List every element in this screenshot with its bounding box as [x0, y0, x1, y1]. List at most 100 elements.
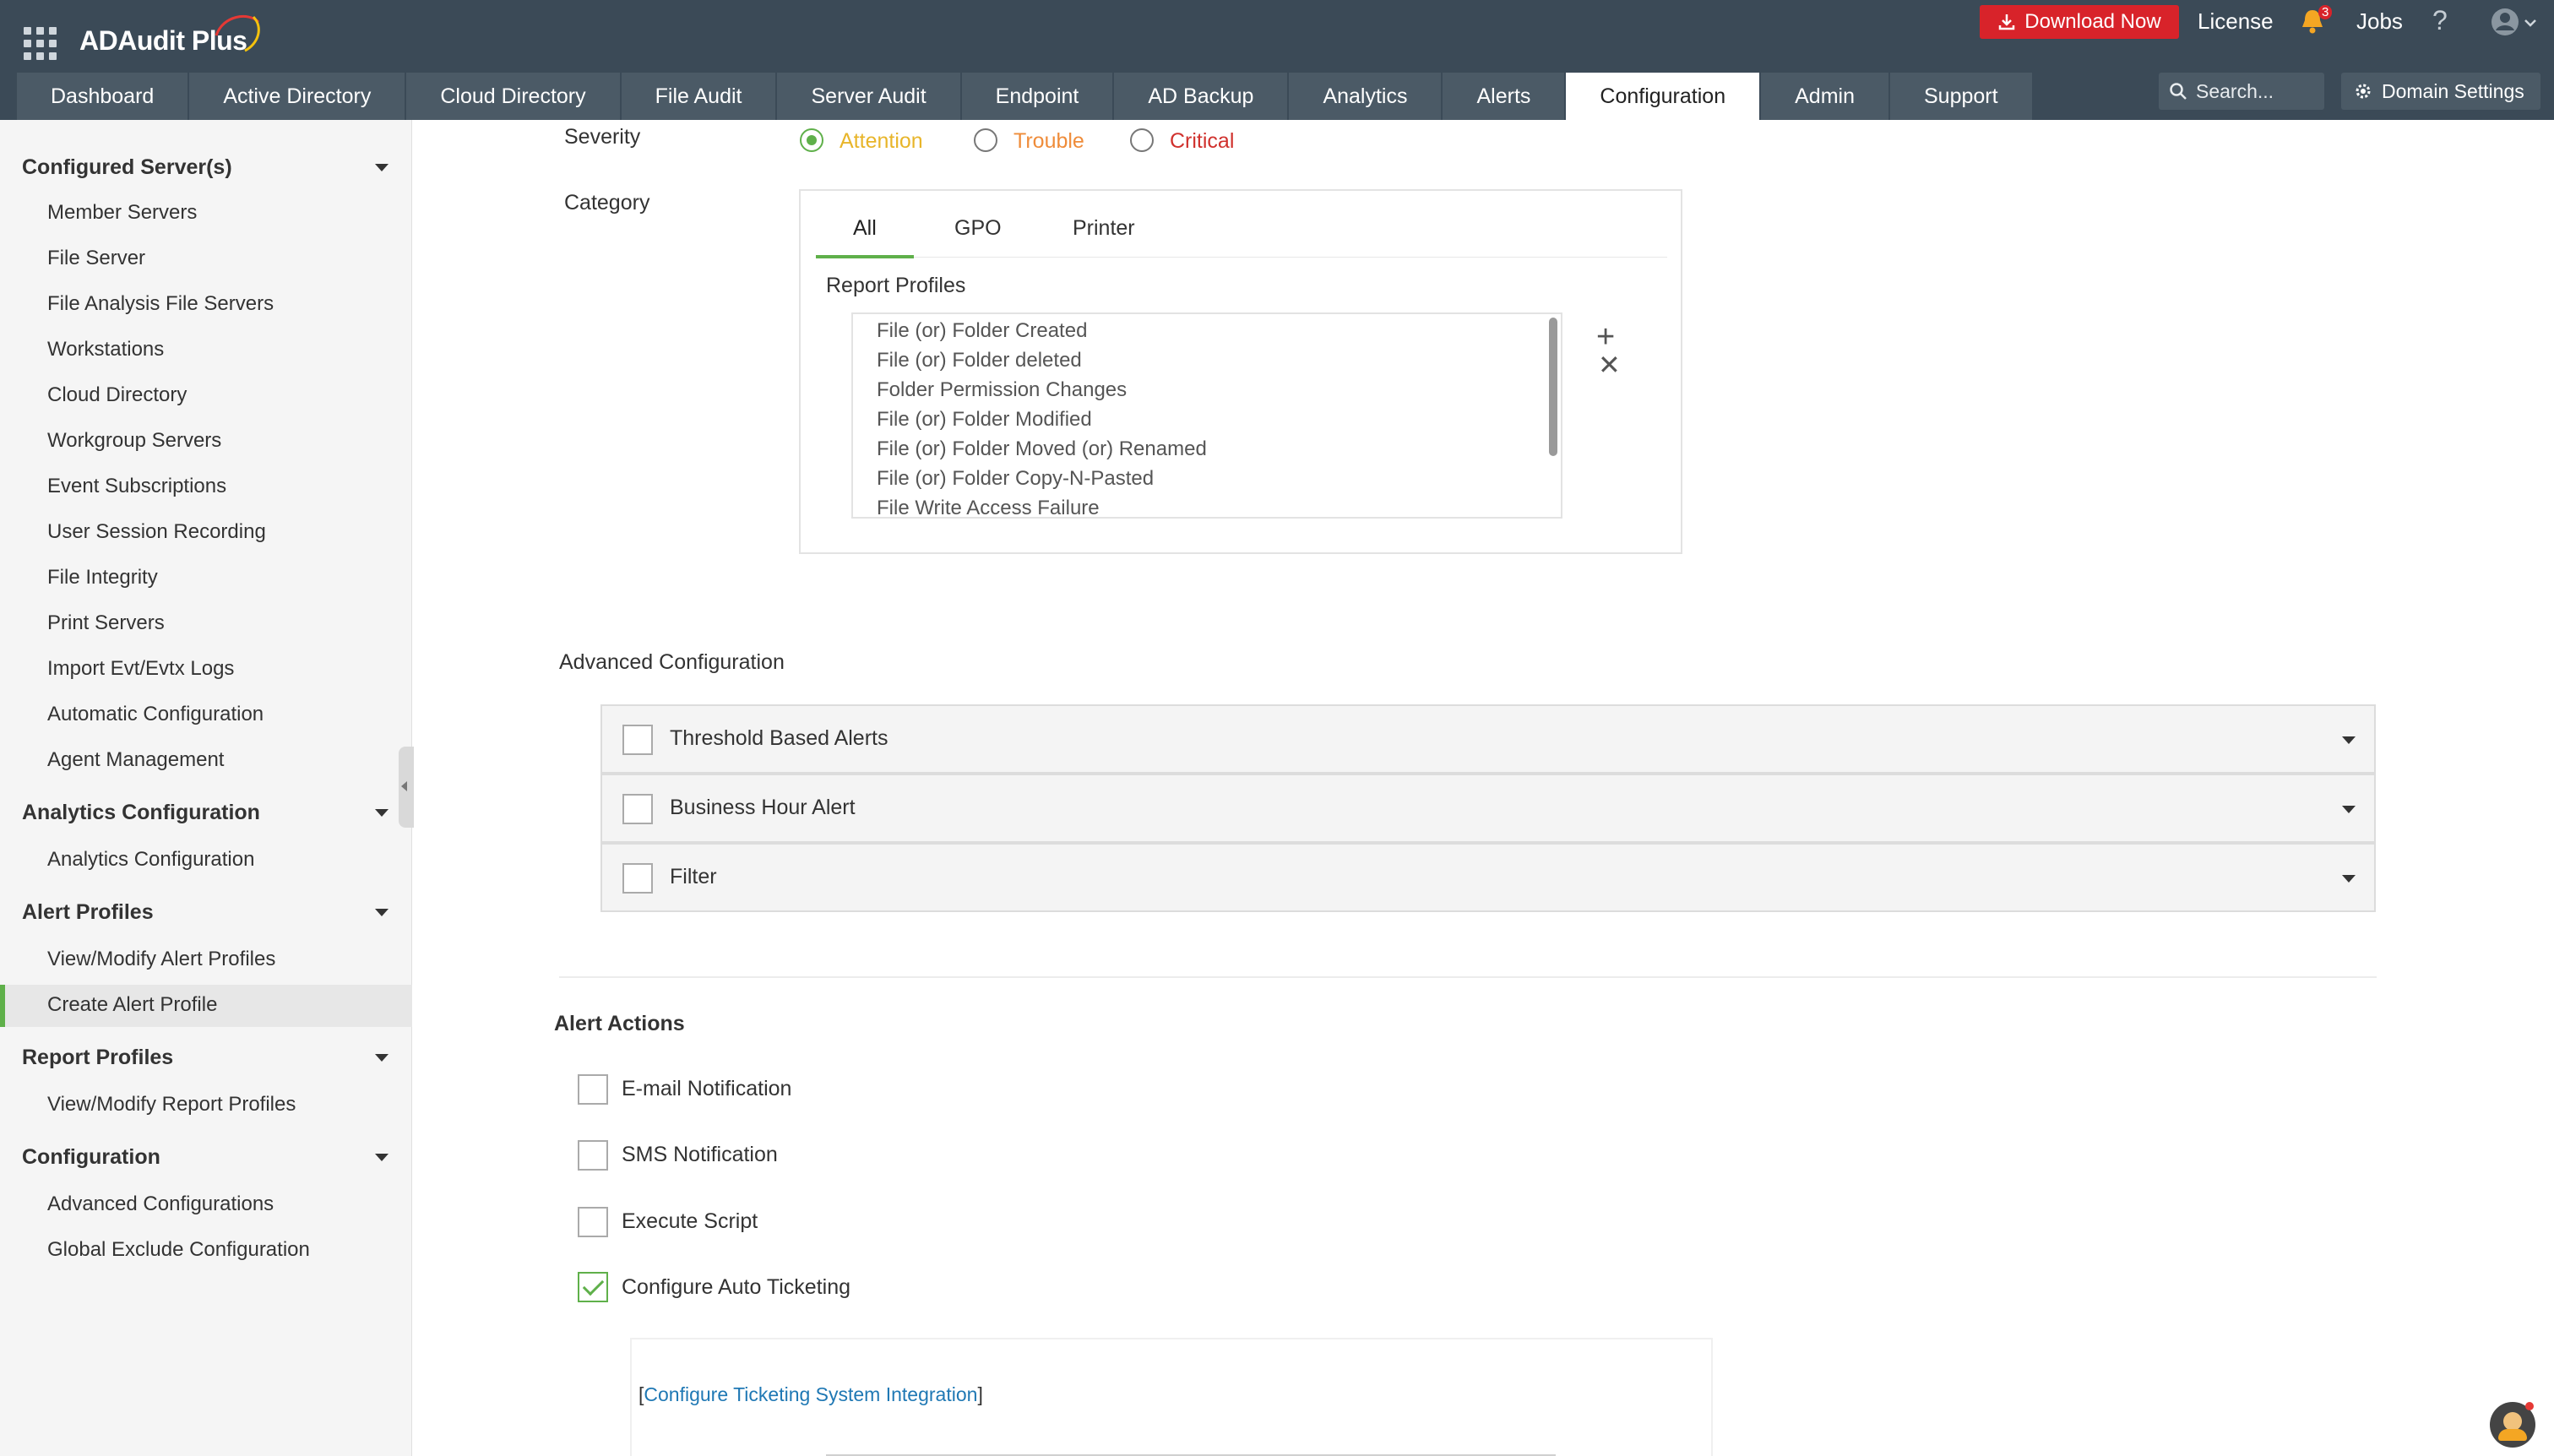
sidebar-collapse-handle[interactable] [399, 747, 414, 828]
tab-endpoint[interactable]: Endpoint [961, 73, 1115, 120]
tab-alerts[interactable]: Alerts [1443, 73, 1567, 120]
execute-script-label: Execute Script [622, 1209, 758, 1233]
list-item[interactable]: File (or) Folder Copy-N-Pasted [877, 467, 1154, 491]
sidebar-item-print-servers[interactable]: Print Servers [47, 611, 165, 635]
sidebar-item-file-integrity[interactable]: File Integrity [47, 566, 158, 589]
chat-assistant-icon[interactable] [2490, 1402, 2535, 1448]
sidebar-group-configuration[interactable]: Configuration [22, 1145, 160, 1170]
help-icon[interactable]: ? [2432, 5, 2448, 36]
chevron-down-icon[interactable] [375, 1054, 389, 1062]
sidebar-group-alert-profiles[interactable]: Alert Profiles [22, 900, 154, 925]
chevron-down-icon[interactable] [2342, 736, 2356, 744]
download-now-button[interactable]: Download Now [1980, 5, 2179, 39]
chevron-down-icon[interactable] [375, 1154, 389, 1161]
tab-active-directory[interactable]: Active Directory [189, 73, 407, 120]
severity-critical-radio[interactable] [1130, 128, 1154, 152]
sidebar-item-create-alert-profile[interactable]: Create Alert Profile [47, 993, 217, 1017]
list-scrollbar[interactable] [1549, 318, 1557, 456]
sidebar-group-configured-servers[interactable]: Configured Server(s) [22, 155, 232, 180]
category-label: Category [564, 191, 650, 215]
sidebar-item-workgroup-servers[interactable]: Workgroup Servers [47, 429, 221, 453]
tab-dashboard[interactable]: Dashboard [17, 73, 190, 120]
severity-critical-label: Critical [1170, 129, 1235, 153]
configure-ticketing-link[interactable]: Configure Ticketing System Integration [644, 1383, 977, 1405]
filter-label: Filter [670, 865, 717, 888]
search-placeholder: Search... [2196, 79, 2274, 102]
sidebar-item-global-exclude-configuration[interactable]: Global Exclude Configuration [47, 1238, 310, 1262]
sidebar-item-user-session-recording[interactable]: User Session Recording [47, 520, 266, 544]
list-item[interactable]: File (or) Folder Moved (or) Renamed [877, 437, 1207, 461]
category-tab-printer[interactable]: Printer [1073, 216, 1135, 241]
category-tab-gpo[interactable]: GPO [954, 216, 1002, 241]
alert-actions-title: Alert Actions [554, 1012, 685, 1035]
list-item[interactable]: Folder Permission Changes [877, 378, 1127, 402]
sidebar-group-report-profiles[interactable]: Report Profiles [22, 1046, 173, 1070]
sidebar-item-file-analysis-file-servers[interactable]: File Analysis File Servers [47, 292, 274, 316]
sidebar-group-analytics-configuration[interactable]: Analytics Configuration [22, 801, 260, 825]
sidebar-item-view-modify-report-profiles[interactable]: View/Modify Report Profiles [47, 1093, 296, 1116]
severity-trouble-radio[interactable] [974, 128, 997, 152]
add-icon[interactable]: + [1596, 321, 1615, 353]
search-input[interactable]: Search... [2159, 73, 2324, 110]
category-tab-all[interactable]: All [853, 216, 877, 241]
list-item[interactable]: File (or) Folder Created [877, 319, 1087, 343]
jobs-link[interactable]: Jobs [2356, 8, 2403, 35]
threshold-alerts-checkbox[interactable] [622, 725, 653, 755]
severity-trouble-label: Trouble [1013, 129, 1084, 153]
sidebar-item-workstations[interactable]: Workstations [47, 338, 164, 361]
chevron-down-icon[interactable] [375, 909, 389, 916]
tab-file-audit[interactable]: File Audit [621, 73, 778, 120]
logo-swoosh-icon [215, 14, 260, 52]
close-icon[interactable]: ✕ [1598, 351, 1621, 378]
sms-notification-checkbox[interactable] [578, 1140, 608, 1171]
tab-admin[interactable]: Admin [1761, 73, 1890, 120]
download-icon [1999, 14, 2015, 30]
threshold-alerts-section[interactable]: Threshold Based Alerts [600, 704, 2376, 774]
business-hour-alert-section[interactable]: Business Hour Alert [600, 774, 2376, 843]
search-icon [2170, 83, 2187, 100]
business-hour-alert-checkbox[interactable] [622, 794, 653, 824]
tab-support[interactable]: Support [1889, 73, 2034, 120]
sidebar-item-advanced-configurations[interactable]: Advanced Configurations [47, 1193, 274, 1216]
domain-settings-button[interactable]: Domain Settings [2341, 73, 2540, 110]
tab-ad-backup[interactable]: AD Backup [1114, 73, 1290, 120]
tab-configuration[interactable]: Configuration [1566, 73, 1762, 120]
list-item[interactable]: File (or) Folder Modified [877, 408, 1092, 432]
chevron-down-icon[interactable] [2342, 875, 2356, 883]
sidebar-item-automatic-configuration[interactable]: Automatic Configuration [47, 703, 264, 726]
sidebar-item-import-evt-logs[interactable]: Import Evt/Evtx Logs [47, 657, 234, 681]
list-item[interactable]: File (or) Folder deleted [877, 349, 1082, 372]
report-profiles-list[interactable]: File (or) Folder Created File (or) Folde… [851, 312, 1562, 519]
license-link[interactable]: License [2198, 8, 2274, 35]
bracket-close: ] [977, 1383, 983, 1405]
tab-analytics[interactable]: Analytics [1289, 73, 1443, 120]
filter-checkbox[interactable] [622, 863, 653, 894]
list-item[interactable]: File Write Access Failure [877, 497, 1100, 517]
sidebar-item-cloud-directory[interactable]: Cloud Directory [47, 383, 187, 407]
report-profiles-label: Report Profiles [826, 274, 966, 297]
sidebar-item-analytics-configuration[interactable]: Analytics Configuration [47, 848, 254, 872]
app-grid-icon[interactable] [24, 27, 57, 61]
sidebar-item-file-server[interactable]: File Server [47, 247, 145, 270]
sidebar-item-member-servers[interactable]: Member Servers [47, 201, 197, 225]
severity-attention-radio[interactable] [800, 128, 823, 152]
sidebar-item-event-subscriptions[interactable]: Event Subscriptions [47, 475, 226, 498]
tab-cloud-directory[interactable]: Cloud Directory [406, 73, 622, 120]
chevron-down-icon[interactable] [375, 164, 389, 171]
advanced-configuration-title: Advanced Configuration [559, 650, 785, 674]
tab-server-audit[interactable]: Server Audit [777, 73, 962, 120]
severity-attention-label: Attention [840, 129, 923, 153]
email-notification-checkbox[interactable] [578, 1074, 608, 1105]
auto-ticketing-label: Configure Auto Ticketing [622, 1275, 850, 1299]
chevron-down-icon[interactable] [375, 809, 389, 817]
domain-settings-label: Domain Settings [2382, 79, 2524, 102]
severity-label: Severity [564, 125, 641, 149]
assistant-avatar-body [2498, 1429, 2527, 1441]
user-profile-icon[interactable] [2488, 5, 2539, 39]
sidebar-item-view-modify-alert-profiles[interactable]: View/Modify Alert Profiles [47, 948, 275, 971]
auto-ticketing-checkbox[interactable] [578, 1272, 608, 1302]
sidebar-item-agent-management[interactable]: Agent Management [47, 748, 224, 772]
chevron-down-icon[interactable] [2342, 806, 2356, 813]
filter-section[interactable]: Filter [600, 843, 2376, 912]
execute-script-checkbox[interactable] [578, 1207, 608, 1237]
